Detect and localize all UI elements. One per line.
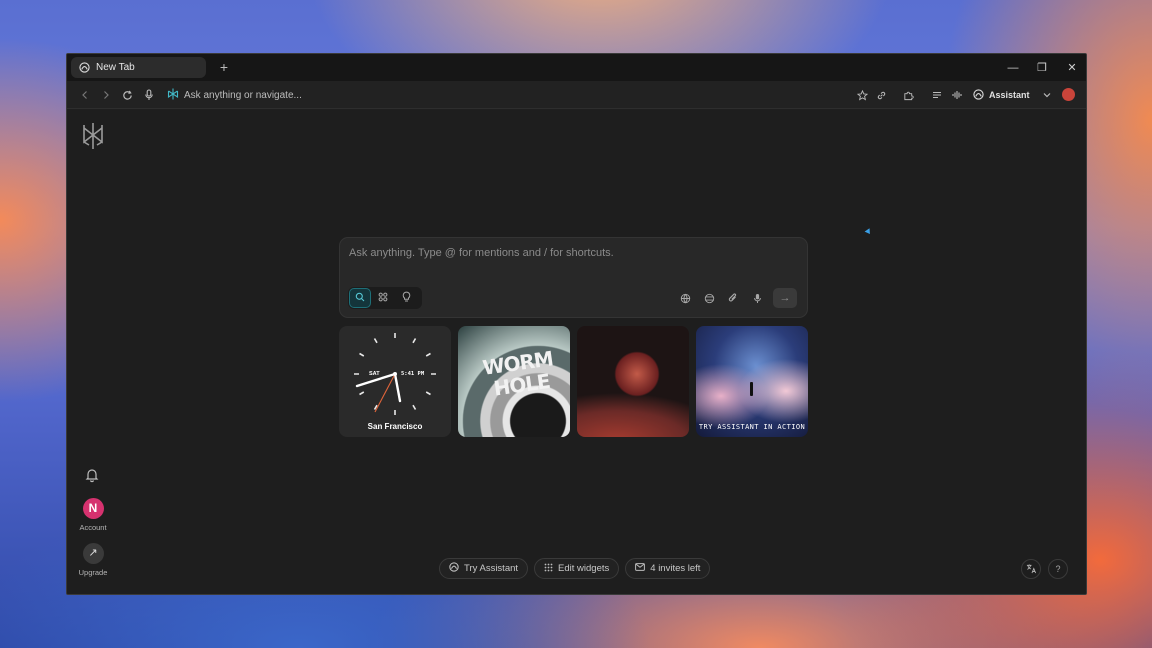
globe-icon[interactable] <box>677 290 693 306</box>
upgrade-button[interactable]: ↗ Upgrade <box>75 543 111 577</box>
wormhole-widget[interactable]: WORM HOLE <box>458 326 570 437</box>
omnibox-placeholder: Ask anything or navigate... <box>184 89 302 101</box>
search-icon <box>355 292 365 305</box>
reload-icon[interactable] <box>118 86 136 104</box>
dots-grid-icon <box>544 563 553 575</box>
search-mode-labs[interactable] <box>395 288 417 308</box>
lightbulb-icon <box>402 291 411 305</box>
send-button[interactable]: → <box>773 288 797 308</box>
help-button[interactable]: ? <box>1048 559 1068 579</box>
clock-city: San Francisco <box>367 422 423 431</box>
bottom-actions: Try Assistant Edit widgets 4 invites lef… <box>439 558 711 579</box>
invites-label: 4 invites left <box>650 563 701 574</box>
try-assistant-label: Try Assistant <box>464 563 519 574</box>
tab-title: New Tab <box>96 62 135 73</box>
edit-widgets-button[interactable]: Edit widgets <box>534 558 620 579</box>
extensions-icon[interactable] <box>899 86 917 104</box>
upgrade-label: Upgrade <box>78 568 108 577</box>
grid-icon <box>378 292 388 305</box>
bookmark-star-icon[interactable] <box>853 86 871 104</box>
planet-widget[interactable] <box>577 326 689 437</box>
avatar: N <box>82 498 104 519</box>
audio-wave-icon[interactable] <box>948 86 966 104</box>
omnibox[interactable]: Ask anything or navigate... <box>167 87 302 103</box>
forward-icon[interactable] <box>97 86 115 104</box>
perplexity-logo-icon <box>167 88 179 103</box>
assistant-demo-label: TRY ASSISTANT IN ACTION <box>698 423 806 431</box>
translate-button[interactable] <box>1021 559 1041 579</box>
chevron-down-icon[interactable] <box>1038 86 1056 104</box>
toolbar: Ask anything or navigate... Assistant <box>67 81 1086 109</box>
assistant-label: Assistant <box>989 90 1030 100</box>
clock-day: SAT <box>369 371 380 377</box>
profile-extension-icon[interactable] <box>1062 88 1075 101</box>
search-input[interactable] <box>349 247 789 259</box>
assistant-demo-widget[interactable]: TRY ASSISTANT IN ACTION <box>696 326 808 437</box>
search-mode-research[interactable] <box>372 288 394 308</box>
search-mode-search[interactable] <box>349 288 371 308</box>
minimize-button[interactable]: — <box>998 54 1028 81</box>
arrow-up-right-icon: ↗ <box>82 543 104 564</box>
notification-bell-icon[interactable] <box>84 467 100 483</box>
search-actions: → <box>677 288 797 308</box>
assistant-logo-icon <box>79 62 90 73</box>
microphone-icon[interactable] <box>749 290 765 306</box>
analog-clock <box>354 333 436 415</box>
mail-icon <box>635 563 646 574</box>
tab-bar: New Tab + — ❐ ✕ <box>67 54 1086 81</box>
figure-silhouette <box>750 382 753 396</box>
edit-widgets-label: Edit widgets <box>558 563 610 574</box>
back-icon[interactable] <box>76 86 94 104</box>
assistant-logo-icon <box>973 88 984 102</box>
assistant-button[interactable]: Assistant <box>973 86 1030 104</box>
clock-widget[interactable]: SAT 5:41 PM San Francisco <box>339 326 451 437</box>
widgets-row: SAT 5:41 PM San Francisco WORM HOLE TRY … <box>339 326 808 437</box>
perplexity-logo-icon[interactable] <box>81 122 105 150</box>
account-label: Account <box>79 523 107 532</box>
translate-icon <box>1026 563 1037 576</box>
link-icon[interactable] <box>872 86 890 104</box>
invites-button[interactable]: 4 invites left <box>625 558 711 579</box>
new-tab-page: N Account ↗ Upgrade Ask anything. Type @… <box>67 110 1086 594</box>
reading-list-icon[interactable] <box>928 86 946 104</box>
clock-time: 5:41 PM <box>401 371 425 377</box>
network-icon[interactable] <box>701 290 717 306</box>
microphone-icon[interactable] <box>140 86 158 104</box>
wormhole-title: WORM HOLE <box>481 346 555 401</box>
restore-button[interactable]: ❐ <box>1027 54 1057 81</box>
try-assistant-button[interactable]: Try Assistant <box>439 558 529 579</box>
search-box: → <box>339 237 808 318</box>
new-tab-button[interactable]: + <box>215 58 233 76</box>
search-mode-selector <box>348 287 422 309</box>
close-button[interactable]: ✕ <box>1057 54 1086 81</box>
assistant-logo-icon <box>449 562 459 575</box>
browser-window: New Tab + — ❐ ✕ Ask anything or navigate… <box>66 53 1087 595</box>
tab-new-tab[interactable]: New Tab <box>71 57 206 78</box>
paperclip-icon[interactable] <box>725 290 741 306</box>
account-button[interactable]: N Account <box>75 498 111 532</box>
